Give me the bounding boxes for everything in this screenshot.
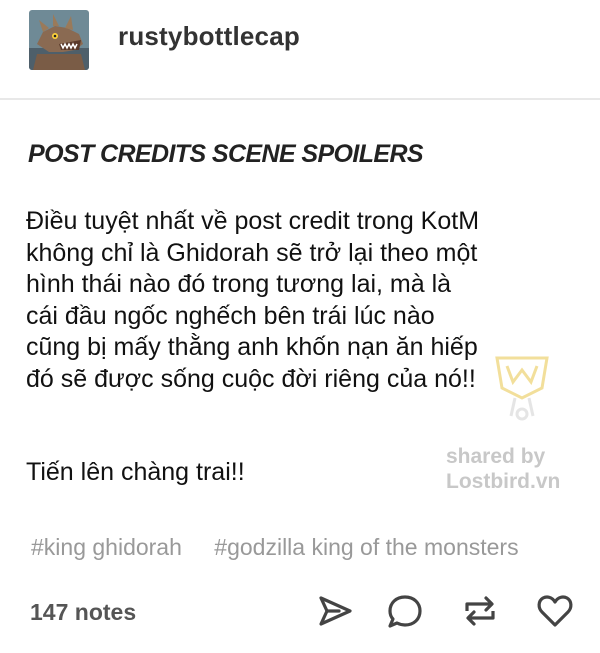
post-tags: #king ghidorah #godzilla king of the mon… [31, 534, 600, 561]
header-divider [0, 98, 600, 100]
watermark: shared by Lostbird.vn [446, 444, 560, 494]
notes-count[interactable]: 147 notes [30, 599, 136, 626]
post-username[interactable]: rustybottlecap [118, 21, 300, 52]
post-footer: 147 notes [0, 585, 600, 640]
post-heading: POST CREDITS SCENE SPOILERS [28, 140, 424, 168]
heart-icon[interactable] [535, 591, 575, 631]
speech-bubble-icon[interactable] [385, 591, 425, 631]
watermark-line-2: Lostbird.vn [446, 470, 561, 493]
tag-king-ghidorah[interactable]: #king ghidorah [31, 534, 182, 560]
reblog-icon[interactable] [460, 591, 500, 631]
watermark-line-1: shared by [446, 445, 546, 468]
post-closing-line: Tiến lên chàng trai!! [26, 458, 245, 486]
post-header: rustybottlecap [0, 0, 600, 98]
tag-godzilla[interactable]: #godzilla king of the monsters [214, 534, 518, 560]
watermark-emblem-icon [487, 348, 557, 433]
share-arrow-icon[interactable] [315, 591, 355, 631]
monster-avatar-icon[interactable] [29, 10, 89, 70]
